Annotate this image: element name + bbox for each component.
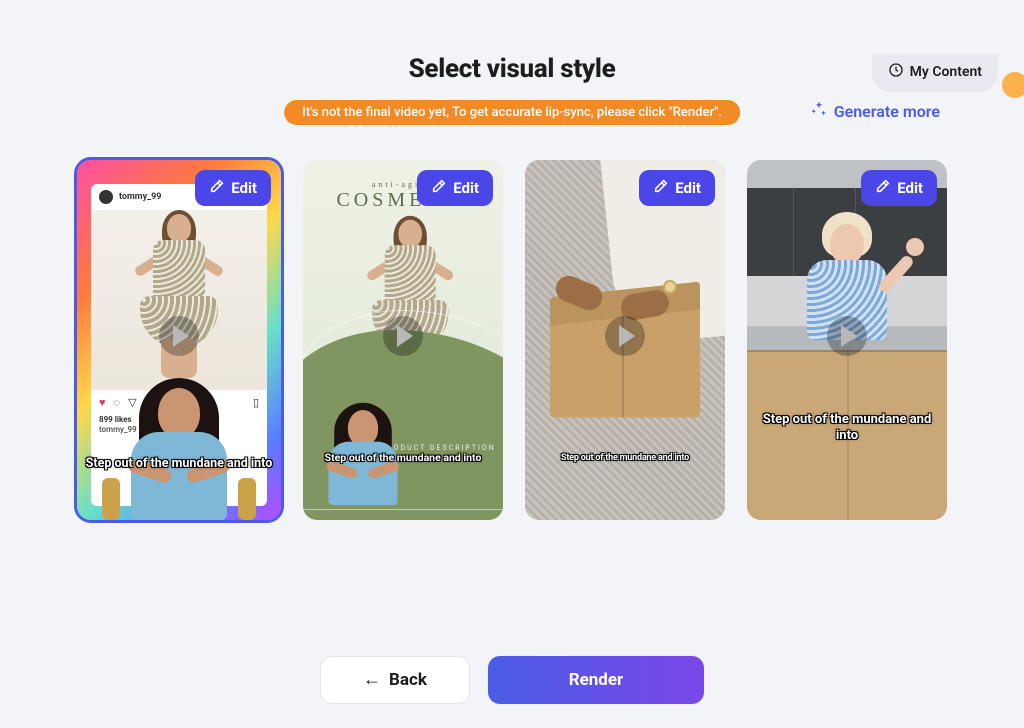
edit-label: Edit: [453, 179, 479, 197]
style-card-4[interactable]: Step out of the mundane and into Edit: [747, 160, 947, 520]
my-content-label: My Content: [910, 64, 982, 80]
edit-label: Edit: [897, 179, 923, 197]
generate-more-button[interactable]: Generate more: [810, 100, 940, 122]
edit-icon: [431, 178, 447, 198]
page-title: Select visual style: [0, 54, 1024, 84]
edit-button[interactable]: Edit: [639, 170, 715, 206]
render-button[interactable]: Render: [488, 656, 704, 704]
back-label: Back: [389, 670, 427, 690]
style-cards-row: tommy_99 ♥ ◌ ▽ ▯ 899 likes tommy_99: [0, 160, 1024, 520]
clock-icon: [888, 62, 904, 82]
edit-button[interactable]: Edit: [417, 170, 493, 206]
edit-label: Edit: [675, 179, 701, 197]
video-caption: Step out of the mundane and into: [77, 456, 281, 472]
render-label: Render: [569, 670, 624, 690]
edit-icon: [209, 178, 225, 198]
watch-icon: [663, 280, 677, 294]
sparkles-icon: [810, 100, 828, 122]
video-caption: Step out of the mundane and into: [525, 453, 725, 464]
edit-label: Edit: [231, 179, 257, 197]
post-username: tommy_99: [119, 192, 161, 202]
edit-button[interactable]: Edit: [195, 170, 271, 206]
edit-button[interactable]: Edit: [861, 170, 937, 206]
my-content-button[interactable]: My Content: [872, 54, 998, 92]
post-image: [91, 210, 267, 390]
style-card-1[interactable]: tommy_99 ♥ ◌ ▽ ▯ 899 likes tommy_99: [77, 160, 281, 520]
video-caption: Step out of the mundane and into: [747, 412, 947, 445]
generate-more-label: Generate more: [834, 102, 940, 121]
edit-icon: [653, 178, 669, 198]
play-icon: [159, 316, 199, 356]
avatar-icon: [99, 190, 113, 204]
action-bar: ← Back Render: [320, 656, 704, 704]
play-icon: [605, 316, 645, 356]
video-caption: Step out of the mundane and into: [303, 451, 503, 464]
edit-icon: [875, 178, 891, 198]
style-card-3[interactable]: Step out of the mundane and into Edit: [525, 160, 725, 520]
notice-banner: It's not the final video yet, To get acc…: [284, 100, 740, 125]
presenter-illustration: [104, 370, 254, 520]
avatar[interactable]: [1002, 72, 1024, 98]
play-icon: [827, 316, 867, 356]
model-illustration: [134, 214, 224, 384]
back-button[interactable]: ← Back: [320, 656, 470, 704]
play-icon: [383, 316, 423, 356]
style-card-2[interactable]: anti-aging COSMETIC PRODUCT DESCRIPTION …: [303, 160, 503, 520]
